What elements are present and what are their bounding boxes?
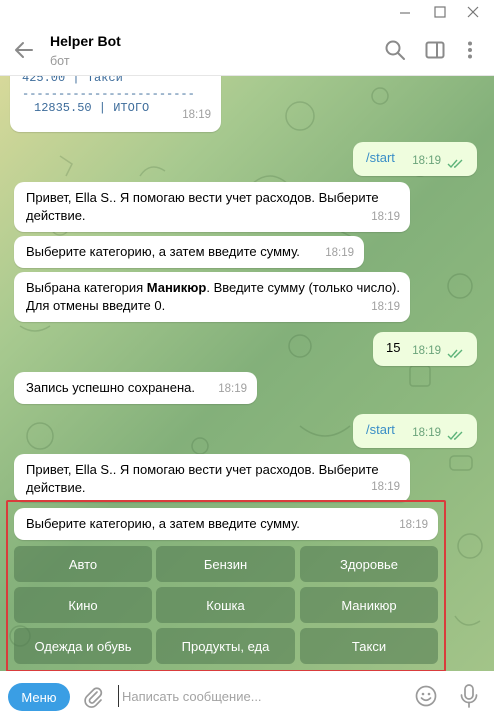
outgoing-message: /start 18:19 bbox=[353, 414, 477, 448]
message-time: 18:19 bbox=[412, 155, 441, 167]
maximize-icon[interactable] bbox=[425, 2, 455, 22]
window-titlebar bbox=[0, 0, 494, 24]
keyboard-button-cat[interactable]: Кошка bbox=[156, 587, 295, 623]
message-time: 18:19 bbox=[412, 427, 441, 439]
message-text-line: действие. bbox=[26, 480, 86, 495]
close-icon[interactable] bbox=[458, 2, 488, 22]
outgoing-message: 15 18:19 bbox=[373, 332, 477, 366]
search-icon[interactable] bbox=[383, 38, 407, 62]
paperclip-icon[interactable] bbox=[82, 685, 104, 709]
outgoing-message: /start 18:19 bbox=[353, 142, 477, 176]
message-text: Выберите категорию, а затем введите сумм… bbox=[26, 516, 300, 531]
keyboard-button-clothes[interactable]: Одежда и обувь bbox=[14, 628, 152, 664]
keyboard-button-groceries[interactable]: Продукты, еда bbox=[156, 628, 295, 664]
chat-area[interactable]: 425.00 | Такси ------------------------ … bbox=[0, 76, 494, 671]
message-text-line: Выбрана категория Маникюр. Введите сумму… bbox=[26, 279, 400, 297]
message-text[interactable]: /start bbox=[366, 149, 395, 167]
message-time: 18:19 bbox=[218, 383, 247, 395]
menu-button[interactable]: Меню bbox=[8, 683, 70, 711]
message-time: 18:19 bbox=[182, 109, 211, 121]
double-check-icon bbox=[447, 349, 463, 359]
incoming-message: Выбрана категория Маникюр. Введите сумму… bbox=[14, 272, 410, 322]
message-text-line: Привет, Ella S.. Я помогаю вести учет ра… bbox=[26, 190, 379, 205]
double-check-icon bbox=[447, 431, 463, 441]
chat-title[interactable]: Helper Bot bbox=[50, 33, 121, 49]
double-check-icon bbox=[447, 159, 463, 169]
message-time: 18:19 bbox=[399, 519, 428, 531]
selected-category: Маникюр bbox=[146, 280, 207, 295]
message-text-part: Выбрана категория bbox=[26, 280, 147, 295]
message-text: 15 bbox=[386, 340, 401, 355]
keyboard-button-manicure[interactable]: Маникюр bbox=[300, 587, 438, 623]
report-category: Такси bbox=[86, 76, 123, 85]
keyboard-button-auto[interactable]: Авто bbox=[14, 546, 152, 582]
message-text-part: . Введите сумму (только число). bbox=[206, 280, 400, 295]
keyboard-button-fuel[interactable]: Бензин bbox=[156, 546, 295, 582]
chat-header: Helper Bot бот bbox=[0, 24, 494, 76]
report-message: 425.00 | Такси ------------------------ … bbox=[10, 76, 221, 132]
message-time: 18:19 bbox=[371, 481, 400, 493]
microphone-icon[interactable] bbox=[458, 683, 480, 709]
sidebar-icon[interactable] bbox=[423, 38, 447, 62]
chat-subtitle: бот bbox=[50, 54, 70, 68]
message-text-line: действие. bbox=[26, 208, 86, 223]
incoming-message: Выберите категорию, а затем введите сумм… bbox=[14, 508, 438, 540]
incoming-message: Привет, Ella S.. Я помогаю вести учет ра… bbox=[14, 182, 410, 232]
report-total-amount: 12835.50 bbox=[34, 101, 92, 115]
report-total-label: ИТОГО bbox=[113, 101, 150, 115]
keyboard-button-cinema[interactable]: Кино bbox=[14, 587, 152, 623]
emoji-icon[interactable] bbox=[414, 684, 438, 708]
message-input-bar: Меню bbox=[0, 671, 494, 720]
message-text: Запись успешно сохранена. bbox=[26, 380, 195, 395]
minimize-icon[interactable] bbox=[390, 2, 420, 22]
message-time: 18:19 bbox=[325, 247, 354, 259]
incoming-message: Выберите категорию, а затем введите сумм… bbox=[14, 236, 364, 268]
more-icon[interactable] bbox=[458, 38, 482, 62]
message-text-line: Привет, Ella S.. Я помогаю вести учет ра… bbox=[26, 462, 379, 477]
keyboard-button-health[interactable]: Здоровье bbox=[300, 546, 438, 582]
back-arrow-icon[interactable] bbox=[12, 38, 36, 62]
report-amount: 425.00 bbox=[22, 76, 66, 85]
message-time: 18:19 bbox=[412, 345, 441, 357]
incoming-message: Запись успешно сохранена. 18:19 bbox=[14, 372, 257, 404]
incoming-message: Привет, Ella S.. Я помогаю вести учет ра… bbox=[14, 454, 410, 502]
message-text-line: Для отмены введите 0. bbox=[26, 298, 166, 313]
report-total-row: 12835.50 | ИТОГО bbox=[34, 101, 150, 115]
keyboard-button-taxi[interactable]: Такси bbox=[300, 628, 438, 664]
message-text[interactable]: /start bbox=[366, 421, 395, 439]
message-time: 18:19 bbox=[371, 211, 400, 223]
message-time: 18:19 bbox=[371, 301, 400, 313]
message-text: Выберите категорию, а затем введите сумм… bbox=[26, 244, 300, 259]
message-input[interactable] bbox=[118, 685, 398, 707]
